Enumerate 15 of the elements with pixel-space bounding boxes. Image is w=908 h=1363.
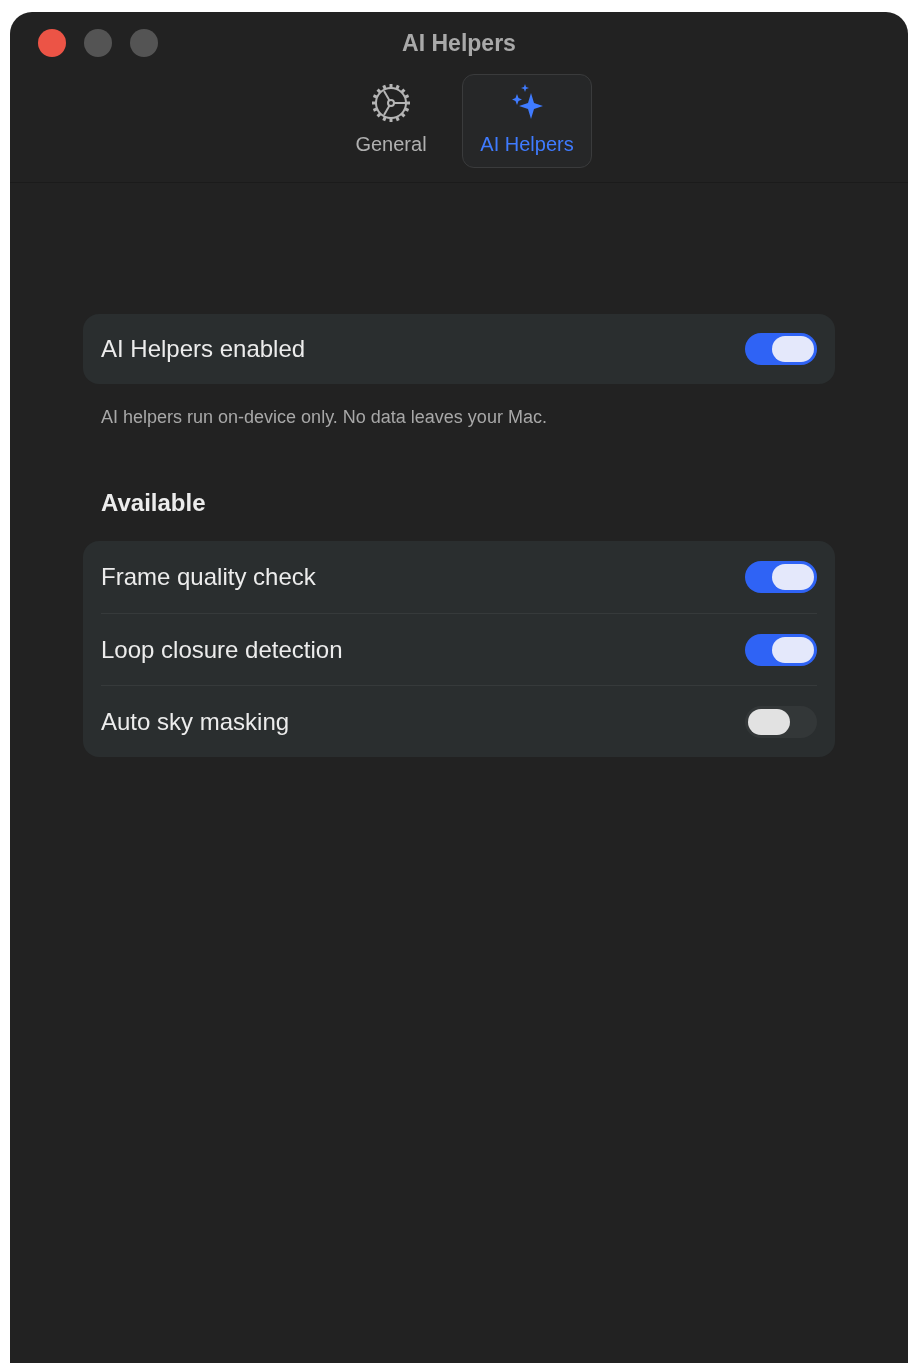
window-title: AI Helpers xyxy=(402,28,516,58)
toggle-switch[interactable] xyxy=(745,633,817,666)
setting-label: Frame quality check xyxy=(101,562,316,592)
toggle-switch[interactable] xyxy=(745,333,817,365)
toggle-switch[interactable] xyxy=(745,561,817,593)
privacy-note: AI helpers run on-device only. No data leaves your Mac. xyxy=(100,406,548,429)
close-button[interactable] xyxy=(38,29,66,57)
gear-icon xyxy=(369,81,413,125)
tab[interactable]: AI Helpers xyxy=(462,74,592,168)
setting-label: Auto sky masking xyxy=(101,706,290,737)
section-heading: Available xyxy=(100,488,207,518)
toggle-switch[interactable] xyxy=(745,705,817,738)
setting-label: AI Helpers enabled xyxy=(101,334,306,364)
tab[interactable]: General xyxy=(326,74,456,168)
setting-label: Loop closure detection xyxy=(101,634,343,665)
